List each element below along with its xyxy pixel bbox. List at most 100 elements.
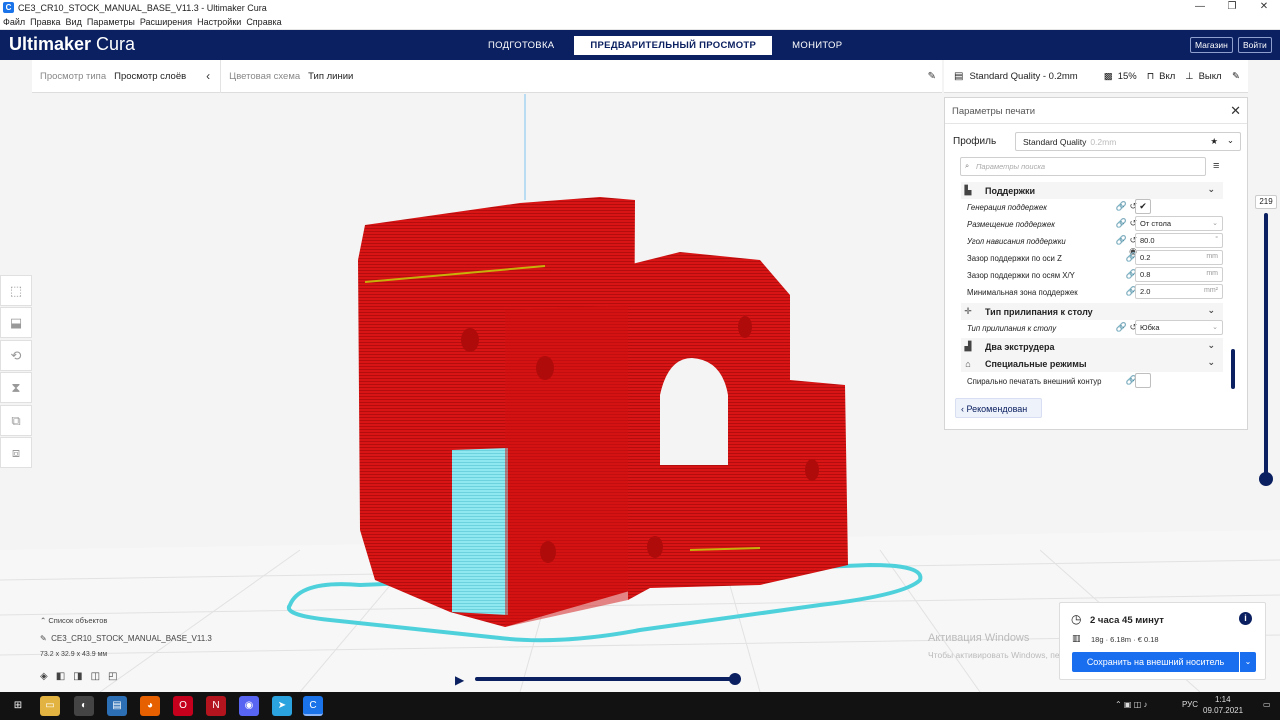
windows-start-icon[interactable]: ⊞ [8, 696, 28, 716]
category-adhesion[interactable]: ✛ Тип прилипания к столу ⌄ [961, 303, 1223, 320]
star-icon[interactable]: ★ [1210, 136, 1218, 147]
firefox-icon[interactable]: ◕ [140, 696, 160, 716]
tab-prepare[interactable]: ПОДГОТОВКА [472, 36, 570, 55]
quality-profile: Standard Quality - 0.2mm [969, 70, 1078, 82]
adhesion-value: Выкл [1198, 70, 1222, 82]
support-placement-select[interactable]: От стола ⌄ [1135, 216, 1223, 231]
mirror-tool-icon[interactable]: ⧗ [0, 372, 32, 403]
pencil-icon[interactable]: ✎ [1232, 71, 1240, 82]
login-button[interactable]: Войти [1238, 37, 1272, 53]
settings-menu-icon[interactable]: ≡ [1213, 160, 1219, 172]
view-type-select[interactable]: Просмотр слоёв [114, 71, 186, 82]
link-reset-icons[interactable]: 🔗 ↺ [1107, 201, 1137, 212]
support-angle-input[interactable]: 80.0 ° [1135, 233, 1223, 248]
play-icon[interactable]: ▶ [455, 673, 464, 687]
path-slider-handle[interactable] [729, 673, 741, 685]
app-icon-1[interactable]: ◐ [74, 696, 94, 716]
layer-slider-track[interactable] [1264, 213, 1268, 475]
category-special-modes[interactable]: ⌂ Специальные режимы ⌄ [961, 355, 1223, 372]
file-explorer-icon[interactable]: ▭ [40, 696, 60, 716]
clock-time[interactable]: 1:14 [1215, 695, 1231, 704]
color-scheme-select[interactable]: Тип линии [308, 71, 353, 82]
link-icon[interactable]: 🔗 [1107, 252, 1137, 263]
telegram-icon[interactable]: ➤ [272, 696, 292, 716]
setting-spiralize: Спирально печатать внешний контур 🔗 [961, 373, 1223, 390]
menu-settings[interactable]: Параметры [87, 15, 135, 29]
tab-preview[interactable]: ПРЕДВАРИТЕЛЬНЫЙ ПРОСМОТР [574, 36, 773, 55]
support-z-distance-input[interactable]: 0.2 mm [1135, 250, 1223, 265]
material-estimate: 18g · 6.18m · € 0.18 [1091, 635, 1159, 644]
object-list-toggle[interactable]: ⌃ Список объектов [40, 616, 107, 625]
adhesion-category-icon: ✛ [964, 306, 972, 316]
adhesion-type-select[interactable]: Юбка ⌄ [1135, 320, 1223, 335]
support-xy-distance-input[interactable]: 0.8 mm [1135, 267, 1223, 282]
chevron-down-icon: ⌄ [1207, 340, 1215, 350]
profile-select[interactable]: Standard Quality 0.2mm ★ ⌄ [1015, 132, 1241, 151]
link-icon[interactable]: 🔗 [1107, 269, 1137, 280]
close-icon[interactable]: ✕ [1230, 103, 1241, 119]
path-slider-track[interactable] [475, 677, 735, 681]
support-blocker-icon[interactable]: ⧈ [0, 437, 32, 468]
opera-icon[interactable]: O [173, 696, 193, 716]
discord-icon[interactable]: ◉ [239, 696, 259, 716]
menu-edit[interactable]: Правка [30, 15, 60, 29]
tray-icons[interactable]: ⌃ ▣ ◫ ♪ [1115, 700, 1148, 709]
min-support-area-input[interactable]: 2.0 mm² [1135, 284, 1223, 299]
category-support[interactable]: ▙ Поддержки ⌄ [961, 182, 1223, 199]
view-orientation-icons[interactable]: ◈◧◨◫◰ [40, 671, 125, 682]
maximize-button[interactable]: ❐ [1216, 0, 1248, 15]
cura-taskbar-icon[interactable]: C [303, 696, 323, 716]
dual-extruder-icon: ▟ [964, 341, 972, 351]
layer-number-box[interactable]: 219 [1255, 195, 1277, 209]
pencil-icon[interactable]: ✎ [928, 71, 936, 82]
setting-support-enable: Генерация поддержек 🔗 ↺ ✔ [961, 199, 1223, 216]
info-icon[interactable]: i [1239, 612, 1252, 625]
save-to-removable-button[interactable]: Сохранить на внешний носитель [1072, 652, 1239, 672]
link-reset-icons[interactable]: 🔗 ↺ [1107, 218, 1137, 229]
recommended-button[interactable]: ‹ Рекомендован [955, 398, 1042, 418]
support-value: Вкл [1159, 70, 1176, 82]
print-setup-bar[interactable]: ▤ Standard Quality - 0.2mm ▩ 15% ⊓ Вкл ⊥… [944, 60, 1248, 93]
scale-tool-icon[interactable]: ⬓ [0, 307, 32, 338]
menu-preferences[interactable]: Настройки [197, 15, 241, 29]
rotate-tool-icon[interactable]: ⟲ [0, 340, 32, 371]
link-reset-icons[interactable]: 🔗 ↺ [1107, 322, 1137, 333]
move-tool-icon[interactable]: ⬚ [0, 275, 32, 306]
activation-watermark-text: Чтобы активировать Windows, перейдите в … [928, 650, 1068, 660]
settings-search-input[interactable]: ⌕ Параметры поиска [960, 157, 1206, 176]
setting-support-z-distance: Зазор поддержки по оси Z 🔗 0.2 mm [961, 250, 1223, 267]
tab-monitor[interactable]: МОНИТОР [776, 36, 858, 55]
link-icon[interactable]: 🔗 [1107, 286, 1137, 297]
menu-view[interactable]: Вид [66, 15, 82, 29]
close-button[interactable]: ✕ [1248, 0, 1280, 15]
category-dual-extrusion[interactable]: ▟ Два экструдера ⌄ [961, 338, 1223, 355]
link-icon[interactable]: 🔗 [1107, 375, 1137, 386]
settings-scrollbar[interactable] [1231, 349, 1235, 389]
support-enable-checkbox[interactable]: ✔ [1135, 199, 1151, 214]
app-icon-3[interactable]: N [206, 696, 226, 716]
layer-slider-handle[interactable] [1259, 472, 1273, 486]
chevron-left-icon[interactable]: ‹ [206, 69, 210, 83]
menu-help[interactable]: Справка [246, 15, 281, 29]
search-icon: ⌕ [965, 161, 970, 170]
profile-label: Профиль [953, 136, 997, 147]
marketplace-button[interactable]: Магазин [1190, 37, 1233, 53]
clock-date[interactable]: 09.07.2021 [1203, 706, 1243, 715]
view-settings-bar: Просмотр типа Просмотр слоёв ‹ Цветовая … [32, 59, 942, 93]
app-icon-2[interactable]: ▤ [107, 696, 127, 716]
minimize-button[interactable]: — [1184, 0, 1216, 15]
chevron-down-icon: ⌄ [1207, 305, 1215, 315]
support-icon: ⊓ [1146, 70, 1155, 82]
per-model-settings-icon[interactable]: ⧉ [0, 405, 32, 436]
view-type-label: Просмотр типа [40, 70, 107, 82]
input-language[interactable]: РУС [1182, 700, 1198, 709]
clock-icon: ◷ [1071, 612, 1082, 626]
menu-extensions[interactable]: Расширения [140, 15, 192, 29]
print-time: 2 часа 45 минут [1090, 615, 1164, 626]
menu-file[interactable]: Файл [3, 15, 25, 29]
stage-tabs: ПОДГОТОВКА ПРЕДВАРИТЕЛЬНЫЙ ПРОСМОТР МОНИ… [472, 36, 862, 55]
notifications-icon[interactable]: ▭ [1263, 700, 1271, 709]
chevron-down-icon[interactable]: ⌄ [1240, 652, 1256, 672]
spiralize-checkbox[interactable] [1135, 373, 1151, 388]
support-category-icon: ▙ [964, 185, 972, 195]
